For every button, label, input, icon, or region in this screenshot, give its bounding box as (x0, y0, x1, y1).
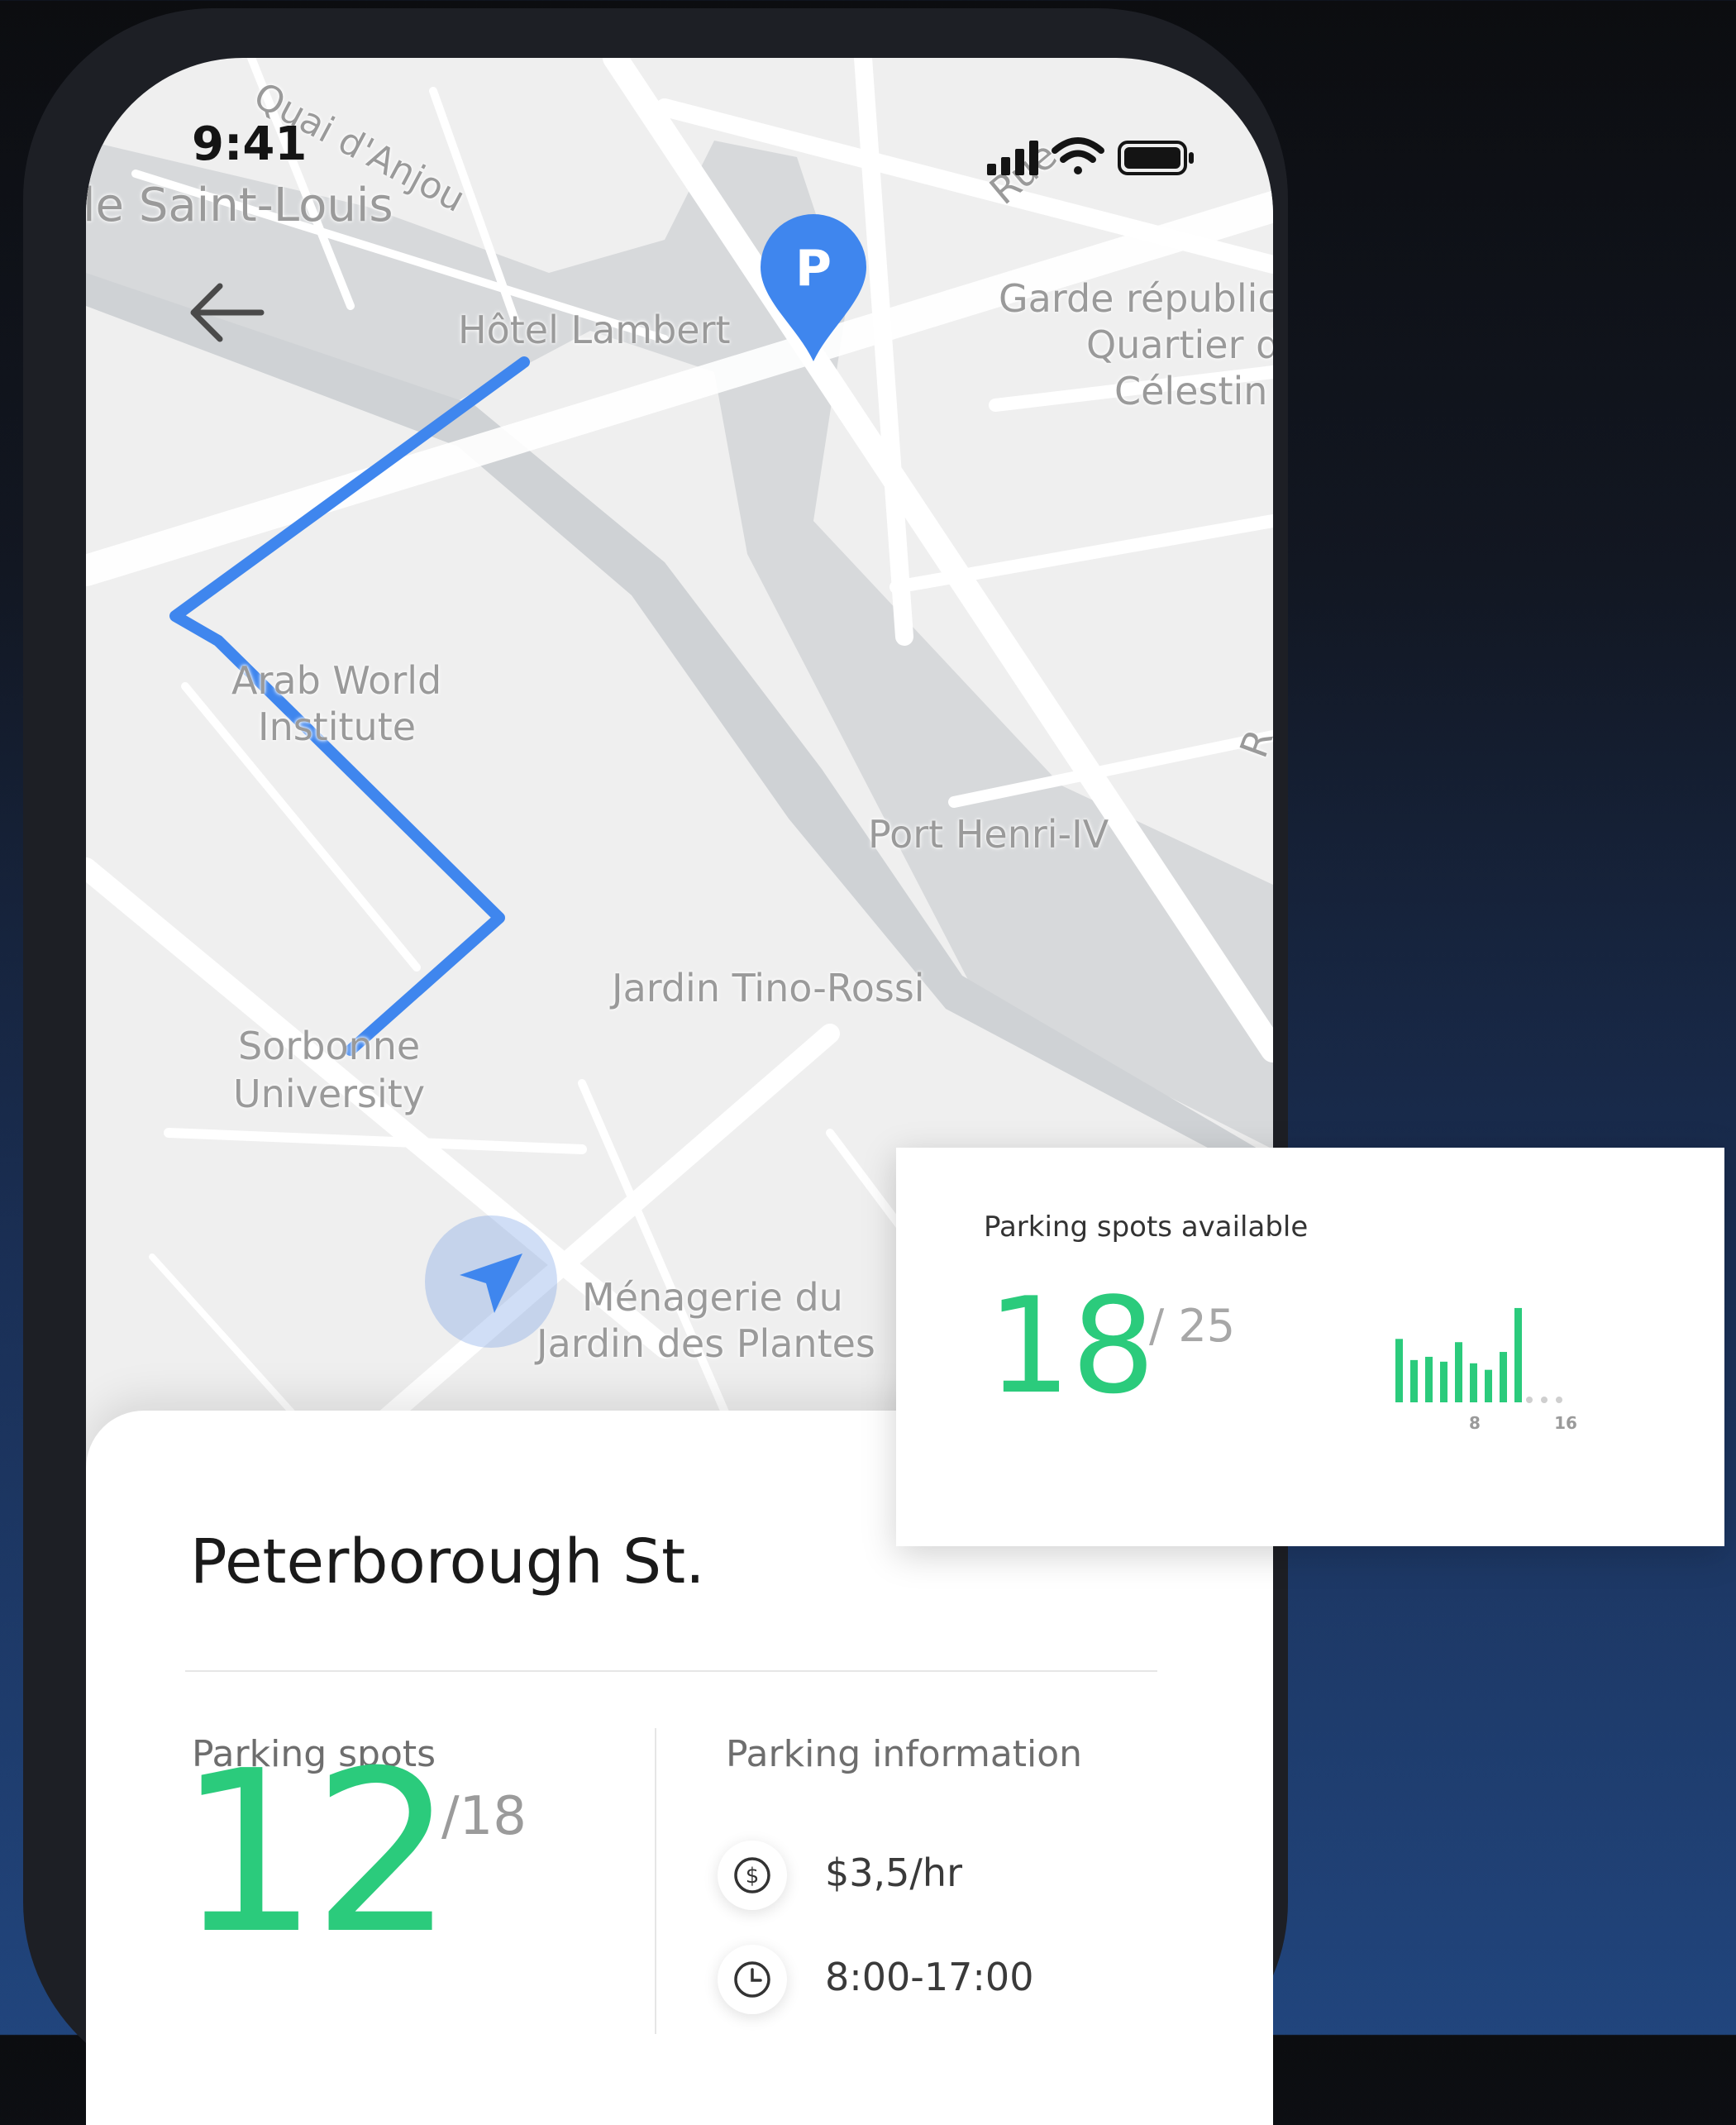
wifi-icon (1052, 137, 1104, 174)
street-name: Peterborough St. (190, 1526, 705, 1597)
clock-icon (734, 1961, 770, 1998)
chart-bar (1410, 1359, 1418, 1402)
map-label-arab-1: Arab World (231, 658, 442, 703)
card-available-count: 18 (987, 1268, 1156, 1423)
map-label-ile: le Saint-Louis (86, 179, 393, 232)
chart-bar (1455, 1342, 1462, 1402)
parking-spots-count: 12 (177, 1722, 455, 1983)
phone-frame: Quai d'Anjou le Saint-Louis Hôtel Lamber… (23, 8, 1288, 2125)
parking-info-label: Parking information (726, 1733, 1083, 1775)
hours-text: 8:00-17:00 (825, 1955, 1034, 1999)
chart-bar (1470, 1363, 1477, 1402)
map-label-sorbonne-1: Sorbonne (238, 1024, 421, 1068)
map-label-menagerie-2: Jardin des Plantes (537, 1321, 875, 1366)
chart-placeholder-dot (1526, 1397, 1533, 1403)
map-label-port: Port Henri-IV (868, 812, 1109, 857)
status-time: 9:41 (192, 117, 308, 171)
chart-tick-label: 16 (1554, 1413, 1577, 1433)
map-label-garde-2: Quartier d (1086, 322, 1273, 367)
availability-bar-chart: 81624 (1395, 1307, 1577, 1433)
navigation-arrow-icon (460, 1254, 522, 1313)
chart-bar (1514, 1307, 1522, 1402)
app-screen: Quai d'Anjou le Saint-Louis Hôtel Lamber… (86, 58, 1273, 2125)
map-label-arab-2: Institute (258, 704, 417, 749)
cellular-signal-icon (987, 141, 1038, 175)
dollar-icon: $ (734, 1857, 770, 1893)
card-total: / 25 (1149, 1300, 1236, 1352)
back-arrow-icon (190, 283, 265, 342)
column-divider (655, 1728, 656, 2034)
map-label-garde-3: Célestin (1114, 369, 1268, 413)
map-label-hotel: Hôtel Lambert (458, 308, 731, 352)
price-icon-wrap: $ (718, 1841, 787, 1910)
battery-icon (1118, 141, 1194, 175)
map-label-jardin: Jardin Tino-Rossi (612, 966, 925, 1010)
chart-placeholder-dot (1556, 1397, 1562, 1403)
card-title: Parking spots available (984, 1211, 1309, 1244)
divider (185, 1670, 1157, 1672)
chart-bar (1500, 1352, 1507, 1402)
chart-bar (1485, 1369, 1492, 1402)
chart-tick-label: 8 (1469, 1413, 1481, 1433)
map-label-menagerie-1: Ménagerie du (582, 1275, 843, 1320)
map-label-sorbonne-2: University (233, 1072, 426, 1116)
parking-pin[interactable]: P (756, 211, 871, 364)
chart-bar (1395, 1339, 1403, 1402)
chart-bar (1440, 1361, 1447, 1402)
availability-card: Parking spots available 18 / 25 81624 (896, 1148, 1724, 1546)
back-button[interactable] (185, 279, 276, 362)
chart-bar (1425, 1356, 1433, 1402)
price-text: $3,5/hr (825, 1850, 962, 1895)
svg-text:$: $ (746, 1864, 760, 1889)
chart-placeholder-dot (1541, 1397, 1548, 1403)
map-label-garde-1: Garde républic (999, 276, 1273, 321)
parking-pin-icon: P (761, 214, 866, 361)
hours-icon-wrap (718, 1945, 787, 2014)
pin-letter: P (795, 240, 832, 298)
parking-spots-total: /18 (441, 1786, 527, 1847)
user-location (425, 1215, 557, 1348)
status-icons (987, 134, 1202, 187)
